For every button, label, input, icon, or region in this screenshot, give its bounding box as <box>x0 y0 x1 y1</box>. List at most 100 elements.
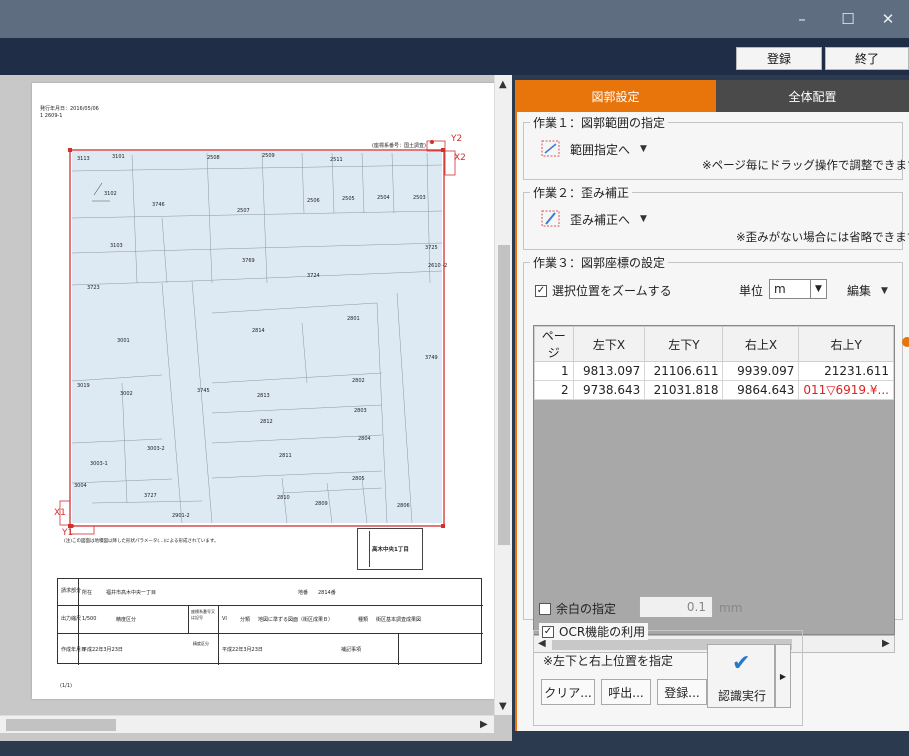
table-row[interactable]: 1 9813.097 21106.611 9939.097 21231.611 <box>534 361 894 381</box>
scroll-thumb[interactable] <box>6 719 116 731</box>
clear-button[interactable]: クリア... <box>541 679 595 705</box>
stamp-label: 高木中央1丁目 <box>372 547 409 553</box>
parcel-label: 2509 <box>262 153 275 159</box>
parcel-label: 3001 <box>117 338 130 344</box>
parcel-label: 3103 <box>110 243 123 249</box>
tab-frame-settings[interactable]: 図郭設定 <box>515 80 716 112</box>
task1-note: ※ページ毎にドラッグ操作で調整できます <box>702 158 909 172</box>
register-ocr-button[interactable]: 登録... <box>657 679 707 705</box>
parcel-label: 2814 <box>252 328 265 334</box>
zoom-checkbox[interactable]: ✓ <box>535 284 547 297</box>
task3-legend: 作業３：図郭座標の設定 <box>530 254 669 271</box>
table-label: 種類 <box>358 617 369 623</box>
ocr-run-button[interactable]: ✔ 認識実行 <box>707 644 775 708</box>
ocr-checkbox-row[interactable]: ✓ OCR機能の利用 <box>539 623 649 640</box>
distortion-icon <box>541 210 560 227</box>
table-value: 1/500 <box>82 616 97 622</box>
table-cell[interactable]: 1 <box>534 361 574 381</box>
scroll-thumb[interactable] <box>498 245 510 545</box>
margin-checkbox[interactable] <box>539 602 551 615</box>
parcel-label: 3004 <box>74 483 87 489</box>
column-header[interactable]: ページ <box>534 326 574 362</box>
scroll-down-icon[interactable]: ▼ <box>499 701 507 712</box>
task1-legend: 作業１：図郭範囲の指定 <box>530 114 669 131</box>
splitter-handle[interactable] <box>902 337 909 347</box>
chevron-down-icon[interactable]: ▼ <box>640 144 647 154</box>
table-label: 出力縮尺 <box>61 616 82 622</box>
table-cell-error[interactable]: 011▽6919.¥... <box>798 380 894 400</box>
parcel-label: 2806 <box>397 503 410 509</box>
table-cell[interactable]: 21231.611 <box>798 361 894 381</box>
ocr-run-dropdown[interactable]: ▶ <box>775 644 791 708</box>
parcel-label: 2813 <box>257 393 270 399</box>
ocr-note: ※左下と右上位置を指定 <box>543 654 674 668</box>
viewer-vertical-scrollbar[interactable]: ▲ ▼ <box>494 75 512 715</box>
column-header[interactable]: 右上Y <box>798 326 894 362</box>
chevron-down-icon[interactable]: ▼ <box>640 214 647 224</box>
close-button[interactable]: ✕ <box>866 0 909 38</box>
settings-panel: 図郭設定 全体配置 作業１：図郭範囲の指定 範囲指定へ ▼ ※ページ毎にドラッグ… <box>515 80 909 731</box>
table-cell[interactable]: 21031.818 <box>644 380 724 400</box>
distortion-label: 歪み補正へ <box>570 212 631 227</box>
chevron-down-icon[interactable]: ▼ <box>810 280 826 298</box>
margin-checkbox-row[interactable]: 余白の指定 <box>539 600 616 617</box>
call-button[interactable]: 呼出... <box>601 679 651 705</box>
doc-footer-note: (注)この図面は地積図以降した形状パラメータ(...)による形成されています。 <box>64 539 219 544</box>
parcel-label: 2506 <box>307 198 320 204</box>
table-header-row: ページ 左下X 左下Y 右上X 右上Y <box>534 326 894 362</box>
corner-label-y2: Y2 <box>451 134 463 144</box>
table-cell[interactable]: 9939.097 <box>722 361 800 381</box>
parcel-label: 2505 <box>342 196 355 202</box>
edit-menu-button[interactable]: 編集 ▼ <box>847 282 888 299</box>
parcel-label: 3769 <box>242 258 255 264</box>
maximize-button[interactable]: ☐ <box>826 0 870 38</box>
table-cell[interactable]: 9813.097 <box>572 361 646 381</box>
range-select-button[interactable]: 範囲指定へ ▼ <box>540 139 647 159</box>
document-viewer[interactable]: 発行年月日：2016/05/06 1 2609-1 (座標系番号：国土調査) Y… <box>0 75 512 741</box>
zoom-label: 選択位置をズームする <box>552 284 672 298</box>
range-select-label: 範囲指定へ <box>570 142 631 157</box>
exit-button[interactable]: 終了 <box>825 47 909 70</box>
scroll-right-icon[interactable]: ▶ <box>882 638 890 649</box>
table-cell[interactable]: 21106.611 <box>644 361 724 381</box>
table-label: 地番 <box>298 590 309 596</box>
tab-overall-layout[interactable]: 全体配置 <box>716 80 909 112</box>
edit-label: 編集 <box>847 284 872 298</box>
parcel-label: 2610 -2 <box>428 263 448 269</box>
table-label: 分類 <box>240 617 251 623</box>
corner-label-y1: Y1 <box>62 528 74 538</box>
table-label: 補記事項 <box>341 647 362 653</box>
scroll-up-icon[interactable]: ▲ <box>499 79 507 90</box>
viewer-horizontal-scrollbar[interactable]: ▶ <box>0 715 494 733</box>
unit-label: 単位 <box>739 284 764 298</box>
parcel-label: 2810 <box>277 495 290 501</box>
table-row[interactable]: 2 9738.643 21031.818 9864.643 011▽6919.¥… <box>534 380 894 400</box>
minimize-button[interactable]: – <box>780 0 824 38</box>
table-cell[interactable]: 9864.643 <box>722 380 800 400</box>
distortion-button[interactable]: 歪み補正へ ▼ <box>540 209 647 229</box>
table-value: 街区基本調査成果図 <box>376 617 422 623</box>
column-header[interactable]: 右上X <box>722 326 800 362</box>
coordinate-grid[interactable]: ページ 左下X 左下Y 右上X 右上Y 1 9813.097 21106.611… <box>533 325 895 635</box>
parcel-label: 2805 <box>352 476 365 482</box>
tab-content: 作業１：図郭範囲の指定 範囲指定へ ▼ ※ページ毎にドラッグ操作で調整できます … <box>515 112 909 731</box>
parcel-label: 2901-2 <box>172 513 190 519</box>
parcel-label: 2511 <box>330 157 343 163</box>
zoom-checkbox-row[interactable]: ✓ 選択位置をズームする <box>535 282 672 299</box>
table-cell[interactable]: 9738.643 <box>572 380 646 400</box>
parcel-label: 3003-1 <box>90 461 108 467</box>
column-header[interactable]: 左下X <box>572 326 646 362</box>
ocr-checkbox[interactable]: ✓ <box>542 625 554 638</box>
parcel-label: 3727 <box>144 493 157 499</box>
table-value: 福井市高木中央一丁目 <box>106 590 157 596</box>
column-header[interactable]: 左下Y <box>644 326 724 362</box>
margin-input[interactable]: 0.1 <box>639 596 713 618</box>
unit-value: m <box>774 282 786 296</box>
document-page[interactable]: 発行年月日：2016/05/06 1 2609-1 (座標系番号：国土調査) Y… <box>32 83 497 699</box>
parcel-label: 2508 <box>207 155 220 161</box>
scroll-right-icon[interactable]: ▶ <box>480 719 488 730</box>
unit-select[interactable]: m ▼ <box>769 279 827 299</box>
table-cell[interactable]: 2 <box>534 380 574 400</box>
register-button[interactable]: 登録 <box>736 47 822 70</box>
table-label: 座標系番号又は記号 <box>191 609 215 620</box>
